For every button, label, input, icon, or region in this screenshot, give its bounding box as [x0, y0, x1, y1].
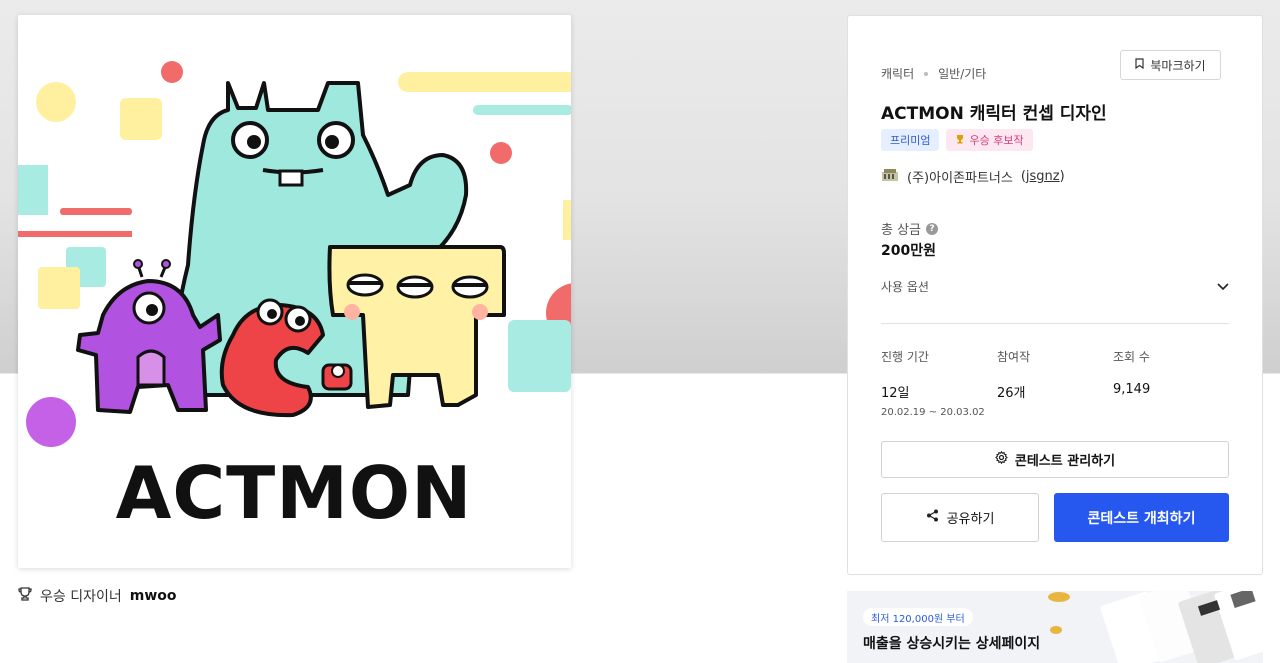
host-handle-close: ): [1059, 169, 1065, 184]
breadcrumb: 캐릭터 일반/기타: [881, 65, 986, 82]
stat-participants: 참여작 26개: [997, 348, 1113, 418]
stat-period: 진행 기간 12일 20.02.19 ~ 20.03.02: [881, 348, 997, 418]
host-contest-label: 콘테스트 개최하기: [1087, 510, 1196, 527]
breadcrumb-category[interactable]: 캐릭터: [881, 65, 914, 82]
manage-contest-label: 콘테스트 관리하기: [1014, 454, 1116, 469]
stat-participants-value: 26개: [997, 386, 1026, 401]
question-icon[interactable]: ?: [926, 222, 939, 235]
gear-icon: [995, 450, 1008, 468]
stat-period-range: 20.02.19 ~ 20.03.02: [881, 407, 985, 418]
winner-designer: 우승 디자이너 mwoo: [18, 586, 177, 606]
bookmark-button[interactable]: 북마크하기: [1120, 50, 1221, 80]
share-icon: [926, 509, 939, 526]
stat-views: 조회 수 9,149: [1113, 348, 1229, 418]
host-contest-button[interactable]: 콘테스트 개최하기: [1054, 493, 1229, 542]
prize-label-text: 총 상금: [881, 223, 922, 238]
premium-badge: 프리미엄: [881, 129, 940, 151]
trophy-icon: [18, 587, 32, 605]
share-label: 공유하기: [946, 512, 995, 527]
chevron-down-icon: [1217, 280, 1229, 294]
ad-headline: 매출을 상승시키는 상세페이지: [863, 636, 1041, 652]
breadcrumb-separator: [924, 71, 929, 76]
actmon-illustration: ACTMON: [18, 15, 571, 568]
award-badge: 우승 후보작: [946, 129, 1033, 151]
bookmark-label: 북마크하기: [1150, 58, 1206, 73]
stat-participants-label: 참여작: [997, 350, 1031, 364]
trophy-icon: [955, 134, 965, 147]
contest-badges: 프리미엄 우승 후보작: [881, 129, 1033, 151]
host-info[interactable]: (주)아이존파트너스 (jsgnz): [881, 167, 1065, 186]
ad-price-pill: 최저 120,000원 부터: [863, 608, 973, 626]
breadcrumb-subcategory[interactable]: 일반/기타: [938, 65, 986, 82]
winner-label: 우승 디자이너: [40, 589, 122, 605]
stat-views-label: 조회 수: [1113, 350, 1150, 364]
host-name: (주)아이존파트너스: [907, 171, 1013, 186]
artwork-logo-text: ACTMON: [116, 451, 473, 535]
manage-contest-button[interactable]: 콘테스트 관리하기: [881, 441, 1229, 478]
contest-title: ACTMON 캐릭터 컨셉 디자인: [881, 104, 1107, 124]
winner-name[interactable]: mwoo: [130, 588, 177, 604]
contest-info-panel: 캐릭터 일반/기타 북마크하기 ACTMON 캐릭터 컨셉 디자인 프리미엄 우…: [847, 15, 1263, 575]
award-badge-label: 우승 후보작: [969, 134, 1024, 147]
prize-label: 총 상금 ?: [881, 219, 939, 238]
usage-options-label: 사용 옵션: [881, 280, 929, 294]
share-button[interactable]: 공유하기: [881, 493, 1039, 542]
ad-banner[interactable]: 최저 120,000원 부터 매출을 상승시키는 상세페이지: [847, 591, 1263, 663]
contest-stats: 진행 기간 12일 20.02.19 ~ 20.03.02 참여작 26개 조회…: [881, 348, 1229, 418]
stat-period-label: 진행 기간: [881, 350, 929, 364]
prize-value: 200만원: [881, 243, 936, 259]
contest-artwork[interactable]: ACTMON: [18, 15, 571, 568]
premium-badge-label: 프리미엄: [890, 134, 931, 147]
host-avatar: [881, 168, 899, 186]
host-handle[interactable]: jsgnz: [1026, 169, 1060, 184]
divider: [881, 323, 1229, 324]
bookmark-icon: [1135, 58, 1144, 72]
usage-options-toggle[interactable]: 사용 옵션: [881, 278, 1229, 295]
stat-views-value: 9,149: [1113, 382, 1151, 397]
stat-period-value: 12일: [881, 386, 910, 401]
